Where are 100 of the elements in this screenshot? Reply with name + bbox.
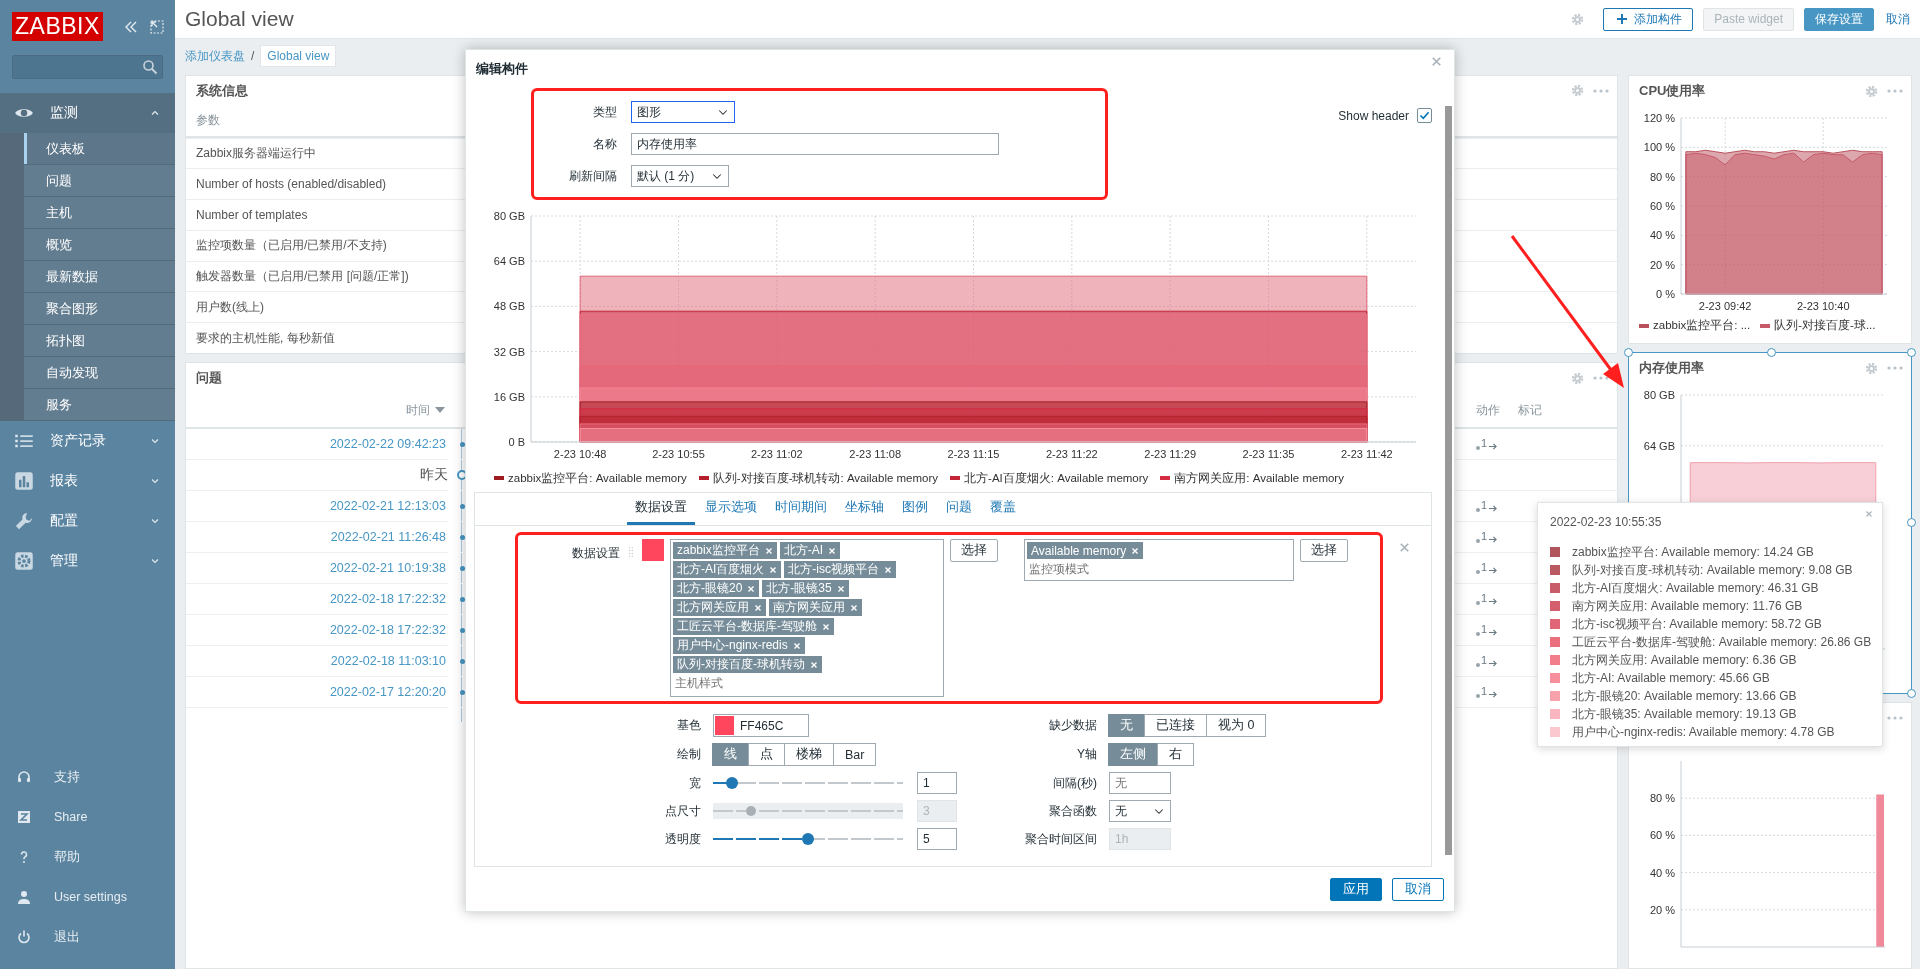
- host-tag[interactable]: 北方-AI: [779, 542, 841, 559]
- time-link[interactable]: 2022-02-21 11:26:48: [330, 530, 446, 544]
- select-field[interactable]: 默认 (1 分): [631, 165, 729, 187]
- menu-button[interactable]: [1887, 366, 1903, 370]
- item-field[interactable]: Available memory 监控项模式: [1024, 539, 1294, 581]
- host-tag[interactable]: 北方-isc视频平台: [784, 561, 896, 578]
- scrollbar[interactable]: [1445, 106, 1452, 855]
- host-tag[interactable]: 队列-对接百度-球机转动: [673, 656, 822, 673]
- time-link[interactable]: 2022-02-18 11:03:10: [330, 654, 446, 668]
- color-field[interactable]: FF465C: [713, 714, 809, 737]
- menu-group[interactable]: 监测: [0, 93, 175, 133]
- apply-button[interactable]: 应用: [1330, 877, 1382, 901]
- text-field[interactable]: 无: [1109, 772, 1171, 794]
- submenu-item[interactable]: 主机: [24, 197, 175, 229]
- tab[interactable]: 时间期间: [767, 493, 835, 525]
- host-tag[interactable]: 北方-AI百度烟火: [673, 561, 782, 578]
- host-tag[interactable]: 工匠云平台-数据库-驾驶舱: [673, 618, 834, 635]
- footer-menu-item[interactable]: 帮助: [0, 837, 175, 877]
- number-field[interactable]: 1: [917, 772, 957, 794]
- color-swatch[interactable]: [642, 539, 664, 561]
- add-widget-button[interactable]: 添加构件: [1603, 7, 1694, 31]
- menu-button[interactable]: [1593, 88, 1609, 93]
- host-field[interactable]: zabbix监控平台 北方-AI 北方-AI百度烟火 北方-isc视频平台 北方-眼镜20 北方-眼镜35 北方网关应用 南方网关应用 工匠云平台-数据库-驾驶舱 用户中心-nginx-redis 队列-对接百度-球机转动 主机样式: [670, 539, 944, 697]
- tab[interactable]: 显示选项: [697, 493, 765, 525]
- settings-icon[interactable]: [1864, 360, 1879, 376]
- cancel-link[interactable]: 取消: [1884, 7, 1912, 31]
- footer-menu-item[interactable]: Share: [0, 797, 175, 837]
- segment-button[interactable]: 楼梯: [784, 743, 834, 766]
- submenu-item[interactable]: 最新数据: [24, 261, 175, 293]
- submenu-item[interactable]: 仪表板: [24, 133, 175, 165]
- segment-button[interactable]: 视为 0: [1206, 714, 1267, 737]
- menu-button[interactable]: [1887, 89, 1903, 93]
- actions-indicator[interactable]: 1: [1476, 622, 1498, 638]
- actions-indicator[interactable]: 1: [1476, 591, 1498, 607]
- settings-icon[interactable]: [1570, 11, 1586, 27]
- breadcrumb-link[interactable]: 添加仪表盘: [185, 47, 245, 65]
- menu-group[interactable]: 报表: [0, 461, 175, 501]
- tab[interactable]: 覆盖: [982, 493, 1024, 525]
- actions-indicator[interactable]: 1: [1476, 653, 1498, 669]
- segment-button[interactable]: 左侧: [1108, 743, 1158, 766]
- close-button[interactable]: [1429, 54, 1444, 69]
- settings-icon[interactable]: [1570, 370, 1585, 386]
- tab[interactable]: 数据设置: [627, 493, 695, 525]
- host-tag[interactable]: 北方-眼镜35: [762, 580, 849, 597]
- tab[interactable]: 图例: [894, 493, 936, 525]
- column-header[interactable]: 时间: [406, 401, 430, 419]
- host-tag[interactable]: 用户中心-nginx-redis: [673, 637, 805, 654]
- menu-group[interactable]: 管理: [0, 541, 175, 581]
- actions-indicator[interactable]: 1: [1476, 436, 1498, 452]
- menu-button[interactable]: [1887, 716, 1903, 720]
- checkbox[interactable]: [1417, 108, 1432, 123]
- actions-indicator[interactable]: 1: [1476, 560, 1498, 576]
- host-tag[interactable]: 北方-眼镜20: [673, 580, 760, 597]
- select-field[interactable]: 无: [1109, 800, 1171, 822]
- select-field[interactable]: 图形: [631, 101, 735, 123]
- host-tag[interactable]: 北方网关应用: [673, 599, 766, 616]
- time-link[interactable]: 2022-02-18 17:22:32: [329, 623, 446, 637]
- footer-menu-item[interactable]: 退出: [0, 917, 175, 957]
- time-link[interactable]: 2022-02-21 12:13:03: [329, 499, 446, 513]
- save-button[interactable]: 保存设置: [1804, 7, 1874, 31]
- resize-handle[interactable]: [1907, 348, 1916, 357]
- submenu-item[interactable]: 服务: [24, 389, 175, 421]
- resize-handle[interactable]: [1907, 689, 1916, 698]
- submenu-item[interactable]: 问题: [24, 165, 175, 197]
- time-link[interactable]: 2022-02-18 17:22:32: [329, 592, 446, 606]
- resize-handle[interactable]: [1624, 348, 1633, 357]
- resize-handle[interactable]: [1767, 348, 1776, 357]
- menu-group[interactable]: 配置: [0, 501, 175, 541]
- host-tag[interactable]: zabbix监控平台: [673, 542, 777, 559]
- time-link[interactable]: 2022-02-21 10:19:38: [329, 561, 446, 575]
- text-field[interactable]: 内存使用率: [631, 133, 999, 155]
- resize-handle[interactable]: [1907, 518, 1916, 527]
- submenu-item[interactable]: 聚合图形: [24, 293, 175, 325]
- cancel-button[interactable]: 取消: [1392, 877, 1444, 901]
- segment-button[interactable]: 无: [1108, 714, 1145, 737]
- host-tag[interactable]: 南方网关应用: [769, 599, 862, 616]
- number-field[interactable]: 5: [917, 828, 957, 850]
- tab[interactable]: 坐标轴: [837, 493, 892, 525]
- select-button[interactable]: 选择: [1300, 539, 1348, 562]
- tab[interactable]: 问题: [938, 493, 980, 525]
- segment-button[interactable]: Bar: [833, 743, 877, 766]
- segment-button[interactable]: 线: [712, 743, 749, 766]
- footer-menu-item[interactable]: 支持: [0, 757, 175, 797]
- segment-button[interactable]: 点: [748, 743, 785, 766]
- menu-group[interactable]: 资产记录: [0, 421, 175, 461]
- time-link[interactable]: 2022-02-17 12:20:20: [329, 685, 446, 699]
- actions-indicator[interactable]: 1: [1476, 498, 1498, 514]
- actions-indicator[interactable]: 1: [1476, 529, 1498, 545]
- select-button[interactable]: 选择: [950, 539, 998, 562]
- settings-icon[interactable]: [1570, 83, 1585, 99]
- footer-menu-item[interactable]: User settings: [0, 877, 175, 917]
- segment-button[interactable]: 已连接: [1144, 714, 1207, 737]
- segment-button[interactable]: 右: [1157, 743, 1194, 766]
- breadcrumb-link[interactable]: Global view: [260, 45, 337, 67]
- submenu-item[interactable]: 拓扑图: [24, 325, 175, 357]
- item-tag[interactable]: Available memory: [1027, 542, 1144, 559]
- search-field[interactable]: [12, 55, 163, 79]
- actions-indicator[interactable]: 1: [1476, 684, 1498, 700]
- time-link[interactable]: 2022-02-22 09:42:23: [329, 437, 446, 451]
- submenu-item[interactable]: 自动发现: [24, 357, 175, 389]
